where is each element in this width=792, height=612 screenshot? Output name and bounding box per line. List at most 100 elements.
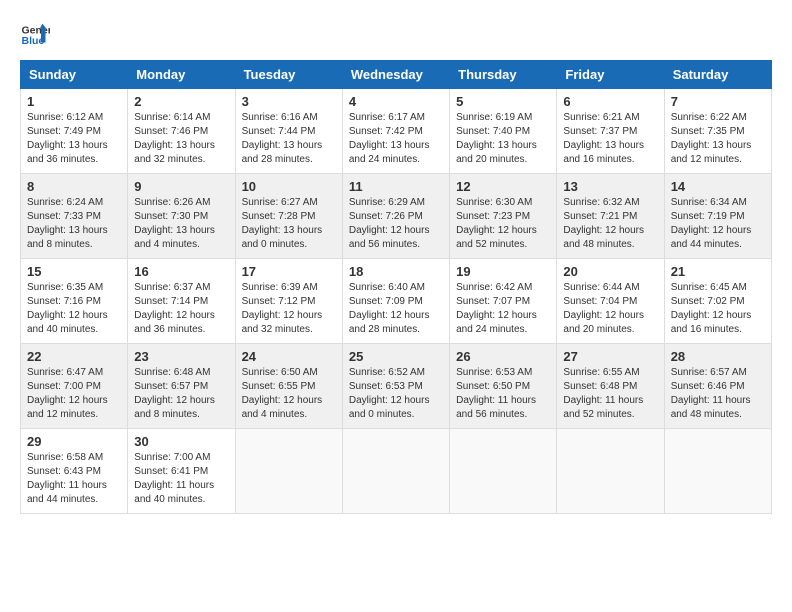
day-cell-14: 14 Sunrise: 6:34 AM Sunset: 7:19 PM Dayl… xyxy=(664,174,771,259)
day-info: Sunrise: 6:52 AM Sunset: 6:53 PM Dayligh… xyxy=(349,366,443,422)
day-cell-28: 28 Sunrise: 6:57 AM Sunset: 6:46 PM Dayl… xyxy=(664,344,771,429)
day-cell-21: 21 Sunrise: 6:45 AM Sunset: 7:02 PM Dayl… xyxy=(664,259,771,344)
empty-cell xyxy=(664,429,771,514)
empty-cell xyxy=(557,429,664,514)
day-info: Sunrise: 6:30 AM Sunset: 7:23 PM Dayligh… xyxy=(456,196,550,252)
day-number: 15 xyxy=(27,264,121,279)
day-cell-2: 2 Sunrise: 6:14 AM Sunset: 7:46 PM Dayli… xyxy=(128,89,235,174)
empty-cell xyxy=(342,429,449,514)
day-info: Sunrise: 6:45 AM Sunset: 7:02 PM Dayligh… xyxy=(671,281,765,337)
day-number: 16 xyxy=(134,264,228,279)
day-number: 10 xyxy=(242,179,336,194)
calendar-week-5: 29 Sunrise: 6:58 AM Sunset: 6:43 PM Dayl… xyxy=(21,429,772,514)
logo: General Blue xyxy=(20,20,54,50)
day-header-monday: Monday xyxy=(128,61,235,89)
day-number: 3 xyxy=(242,94,336,109)
day-cell-5: 5 Sunrise: 6:19 AM Sunset: 7:40 PM Dayli… xyxy=(450,89,557,174)
day-cell-15: 15 Sunrise: 6:35 AM Sunset: 7:16 PM Dayl… xyxy=(21,259,128,344)
day-cell-10: 10 Sunrise: 6:27 AM Sunset: 7:28 PM Dayl… xyxy=(235,174,342,259)
day-cell-7: 7 Sunrise: 6:22 AM Sunset: 7:35 PM Dayli… xyxy=(664,89,771,174)
day-info: Sunrise: 6:26 AM Sunset: 7:30 PM Dayligh… xyxy=(134,196,228,252)
day-number: 5 xyxy=(456,94,550,109)
day-header-sunday: Sunday xyxy=(21,61,128,89)
day-cell-27: 27 Sunrise: 6:55 AM Sunset: 6:48 PM Dayl… xyxy=(557,344,664,429)
day-info: Sunrise: 6:29 AM Sunset: 7:26 PM Dayligh… xyxy=(349,196,443,252)
day-info: Sunrise: 6:12 AM Sunset: 7:49 PM Dayligh… xyxy=(27,111,121,167)
day-number: 28 xyxy=(671,349,765,364)
day-info: Sunrise: 6:14 AM Sunset: 7:46 PM Dayligh… xyxy=(134,111,228,167)
calendar-week-4: 22 Sunrise: 6:47 AM Sunset: 7:00 PM Dayl… xyxy=(21,344,772,429)
empty-cell xyxy=(235,429,342,514)
day-cell-20: 20 Sunrise: 6:44 AM Sunset: 7:04 PM Dayl… xyxy=(557,259,664,344)
day-info: Sunrise: 6:50 AM Sunset: 6:55 PM Dayligh… xyxy=(242,366,336,422)
day-cell-17: 17 Sunrise: 6:39 AM Sunset: 7:12 PM Dayl… xyxy=(235,259,342,344)
day-info: Sunrise: 6:37 AM Sunset: 7:14 PM Dayligh… xyxy=(134,281,228,337)
day-cell-19: 19 Sunrise: 6:42 AM Sunset: 7:07 PM Dayl… xyxy=(450,259,557,344)
day-number: 13 xyxy=(563,179,657,194)
day-info: Sunrise: 6:42 AM Sunset: 7:07 PM Dayligh… xyxy=(456,281,550,337)
day-number: 14 xyxy=(671,179,765,194)
empty-cell xyxy=(450,429,557,514)
day-info: Sunrise: 6:55 AM Sunset: 6:48 PM Dayligh… xyxy=(563,366,657,422)
day-number: 21 xyxy=(671,264,765,279)
day-header-saturday: Saturday xyxy=(664,61,771,89)
day-number: 22 xyxy=(27,349,121,364)
day-info: Sunrise: 6:39 AM Sunset: 7:12 PM Dayligh… xyxy=(242,281,336,337)
day-number: 12 xyxy=(456,179,550,194)
day-number: 25 xyxy=(349,349,443,364)
day-number: 26 xyxy=(456,349,550,364)
day-number: 6 xyxy=(563,94,657,109)
day-number: 23 xyxy=(134,349,228,364)
calendar-week-2: 8 Sunrise: 6:24 AM Sunset: 7:33 PM Dayli… xyxy=(21,174,772,259)
day-number: 18 xyxy=(349,264,443,279)
day-info: Sunrise: 6:21 AM Sunset: 7:37 PM Dayligh… xyxy=(563,111,657,167)
day-info: Sunrise: 6:19 AM Sunset: 7:40 PM Dayligh… xyxy=(456,111,550,167)
day-number: 4 xyxy=(349,94,443,109)
day-cell-29: 29 Sunrise: 6:58 AM Sunset: 6:43 PM Dayl… xyxy=(21,429,128,514)
calendar-body: 1 Sunrise: 6:12 AM Sunset: 7:49 PM Dayli… xyxy=(21,89,772,514)
day-info: Sunrise: 6:32 AM Sunset: 7:21 PM Dayligh… xyxy=(563,196,657,252)
day-cell-18: 18 Sunrise: 6:40 AM Sunset: 7:09 PM Dayl… xyxy=(342,259,449,344)
day-cell-25: 25 Sunrise: 6:52 AM Sunset: 6:53 PM Dayl… xyxy=(342,344,449,429)
day-info: Sunrise: 6:53 AM Sunset: 6:50 PM Dayligh… xyxy=(456,366,550,422)
day-info: Sunrise: 6:17 AM Sunset: 7:42 PM Dayligh… xyxy=(349,111,443,167)
day-info: Sunrise: 6:40 AM Sunset: 7:09 PM Dayligh… xyxy=(349,281,443,337)
calendar-week-1: 1 Sunrise: 6:12 AM Sunset: 7:49 PM Dayli… xyxy=(21,89,772,174)
day-cell-3: 3 Sunrise: 6:16 AM Sunset: 7:44 PM Dayli… xyxy=(235,89,342,174)
day-cell-26: 26 Sunrise: 6:53 AM Sunset: 6:50 PM Dayl… xyxy=(450,344,557,429)
day-number: 20 xyxy=(563,264,657,279)
day-cell-30: 30 Sunrise: 7:00 AM Sunset: 6:41 PM Dayl… xyxy=(128,429,235,514)
day-number: 7 xyxy=(671,94,765,109)
day-info: Sunrise: 6:34 AM Sunset: 7:19 PM Dayligh… xyxy=(671,196,765,252)
day-info: Sunrise: 7:00 AM Sunset: 6:41 PM Dayligh… xyxy=(134,451,228,507)
day-info: Sunrise: 6:22 AM Sunset: 7:35 PM Dayligh… xyxy=(671,111,765,167)
day-header-wednesday: Wednesday xyxy=(342,61,449,89)
day-cell-6: 6 Sunrise: 6:21 AM Sunset: 7:37 PM Dayli… xyxy=(557,89,664,174)
day-info: Sunrise: 6:58 AM Sunset: 6:43 PM Dayligh… xyxy=(27,451,121,507)
calendar-header: SundayMondayTuesdayWednesdayThursdayFrid… xyxy=(21,61,772,89)
day-number: 11 xyxy=(349,179,443,194)
svg-text:Blue: Blue xyxy=(22,35,45,47)
day-info: Sunrise: 6:16 AM Sunset: 7:44 PM Dayligh… xyxy=(242,111,336,167)
day-number: 1 xyxy=(27,94,121,109)
day-info: Sunrise: 6:44 AM Sunset: 7:04 PM Dayligh… xyxy=(563,281,657,337)
day-cell-11: 11 Sunrise: 6:29 AM Sunset: 7:26 PM Dayl… xyxy=(342,174,449,259)
day-cell-22: 22 Sunrise: 6:47 AM Sunset: 7:00 PM Dayl… xyxy=(21,344,128,429)
day-number: 29 xyxy=(27,434,121,449)
day-info: Sunrise: 6:35 AM Sunset: 7:16 PM Dayligh… xyxy=(27,281,121,337)
day-number: 30 xyxy=(134,434,228,449)
day-number: 8 xyxy=(27,179,121,194)
day-header-friday: Friday xyxy=(557,61,664,89)
day-cell-24: 24 Sunrise: 6:50 AM Sunset: 6:55 PM Dayl… xyxy=(235,344,342,429)
day-cell-4: 4 Sunrise: 6:17 AM Sunset: 7:42 PM Dayli… xyxy=(342,89,449,174)
day-cell-16: 16 Sunrise: 6:37 AM Sunset: 7:14 PM Dayl… xyxy=(128,259,235,344)
calendar-week-3: 15 Sunrise: 6:35 AM Sunset: 7:16 PM Dayl… xyxy=(21,259,772,344)
calendar: SundayMondayTuesdayWednesdayThursdayFrid… xyxy=(20,60,772,514)
day-cell-13: 13 Sunrise: 6:32 AM Sunset: 7:21 PM Dayl… xyxy=(557,174,664,259)
day-cell-8: 8 Sunrise: 6:24 AM Sunset: 7:33 PM Dayli… xyxy=(21,174,128,259)
day-number: 9 xyxy=(134,179,228,194)
day-info: Sunrise: 6:24 AM Sunset: 7:33 PM Dayligh… xyxy=(27,196,121,252)
day-header-tuesday: Tuesday xyxy=(235,61,342,89)
day-cell-9: 9 Sunrise: 6:26 AM Sunset: 7:30 PM Dayli… xyxy=(128,174,235,259)
day-cell-12: 12 Sunrise: 6:30 AM Sunset: 7:23 PM Dayl… xyxy=(450,174,557,259)
